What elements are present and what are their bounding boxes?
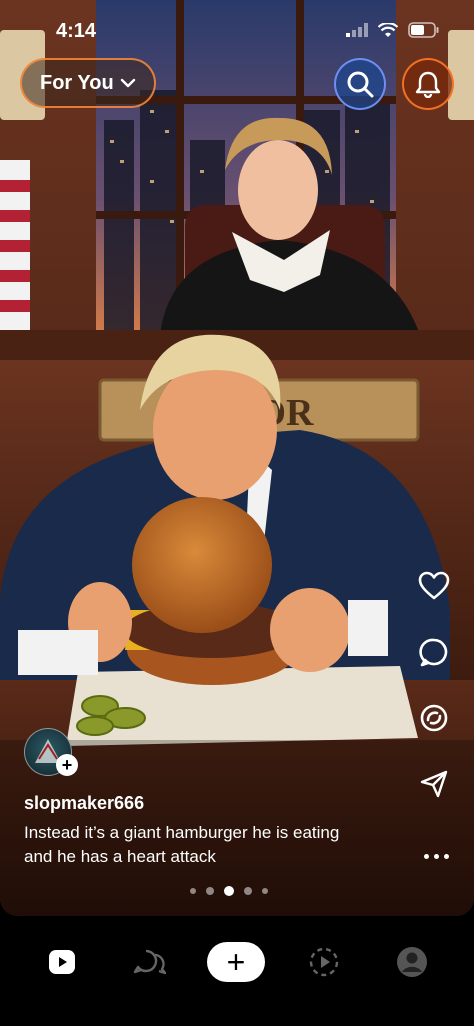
- home-icon: [49, 950, 75, 974]
- search-button[interactable]: [334, 58, 386, 110]
- nav-messages[interactable]: [128, 940, 172, 984]
- nav-profile[interactable]: [390, 940, 434, 984]
- feed-selector-label: For You: [40, 71, 114, 94]
- wifi-icon: [378, 22, 398, 37]
- top-controls: For You: [0, 58, 474, 110]
- pager-dot[interactable]: [206, 887, 214, 895]
- signal-icon: [346, 23, 368, 37]
- status-time: 4:14: [56, 20, 97, 42]
- caption: Instead it’s a giant hamburger he is eat…: [24, 821, 394, 869]
- pager-dots: [190, 886, 268, 896]
- status-icons: [346, 22, 440, 38]
- caption-line: and he has a heart attack: [24, 847, 216, 866]
- follow-button[interactable]: +: [56, 754, 78, 776]
- more-options-button[interactable]: [424, 846, 456, 866]
- create-button[interactable]: +: [207, 942, 265, 982]
- battery-icon: [408, 22, 439, 38]
- remix-button[interactable]: [412, 698, 456, 738]
- username[interactable]: slopmaker666: [24, 793, 144, 814]
- heart-icon: [418, 571, 450, 600]
- bell-icon: [415, 71, 441, 98]
- pager-dot[interactable]: [262, 888, 268, 894]
- author-avatar[interactable]: +: [24, 728, 78, 778]
- pager-dot[interactable]: [224, 886, 234, 896]
- play-dashed-icon: [309, 947, 339, 977]
- bottom-navigation: +: [0, 916, 474, 1026]
- feed-selector[interactable]: For You: [20, 58, 156, 108]
- pager-dot[interactable]: [244, 887, 252, 895]
- video-frame: J UDR: [0, 0, 474, 916]
- like-button[interactable]: [412, 566, 456, 606]
- chevron-down-icon: [120, 78, 135, 88]
- share-button[interactable]: [412, 764, 456, 804]
- pager-dot[interactable]: [190, 888, 196, 894]
- video-player[interactable]: J UDR: [0, 0, 474, 916]
- more-dot: [424, 853, 429, 859]
- comment-button[interactable]: [412, 632, 456, 672]
- more-dot: [444, 853, 449, 859]
- nav-home[interactable]: [40, 940, 84, 984]
- status-bar: 4:14: [0, 0, 474, 60]
- nav-explore[interactable]: [302, 940, 346, 984]
- remix-icon: [420, 704, 448, 732]
- comment-icon: [419, 638, 448, 667]
- chat-icon: [133, 949, 167, 975]
- send-icon: [420, 770, 448, 798]
- app-screen: J UDR: [0, 0, 474, 1026]
- caption-line: Instead it’s a giant hamburger he is eat…: [24, 823, 340, 842]
- search-icon: [347, 71, 374, 98]
- more-dot: [434, 853, 439, 859]
- person-icon: [397, 947, 427, 977]
- notifications-button[interactable]: [402, 58, 454, 110]
